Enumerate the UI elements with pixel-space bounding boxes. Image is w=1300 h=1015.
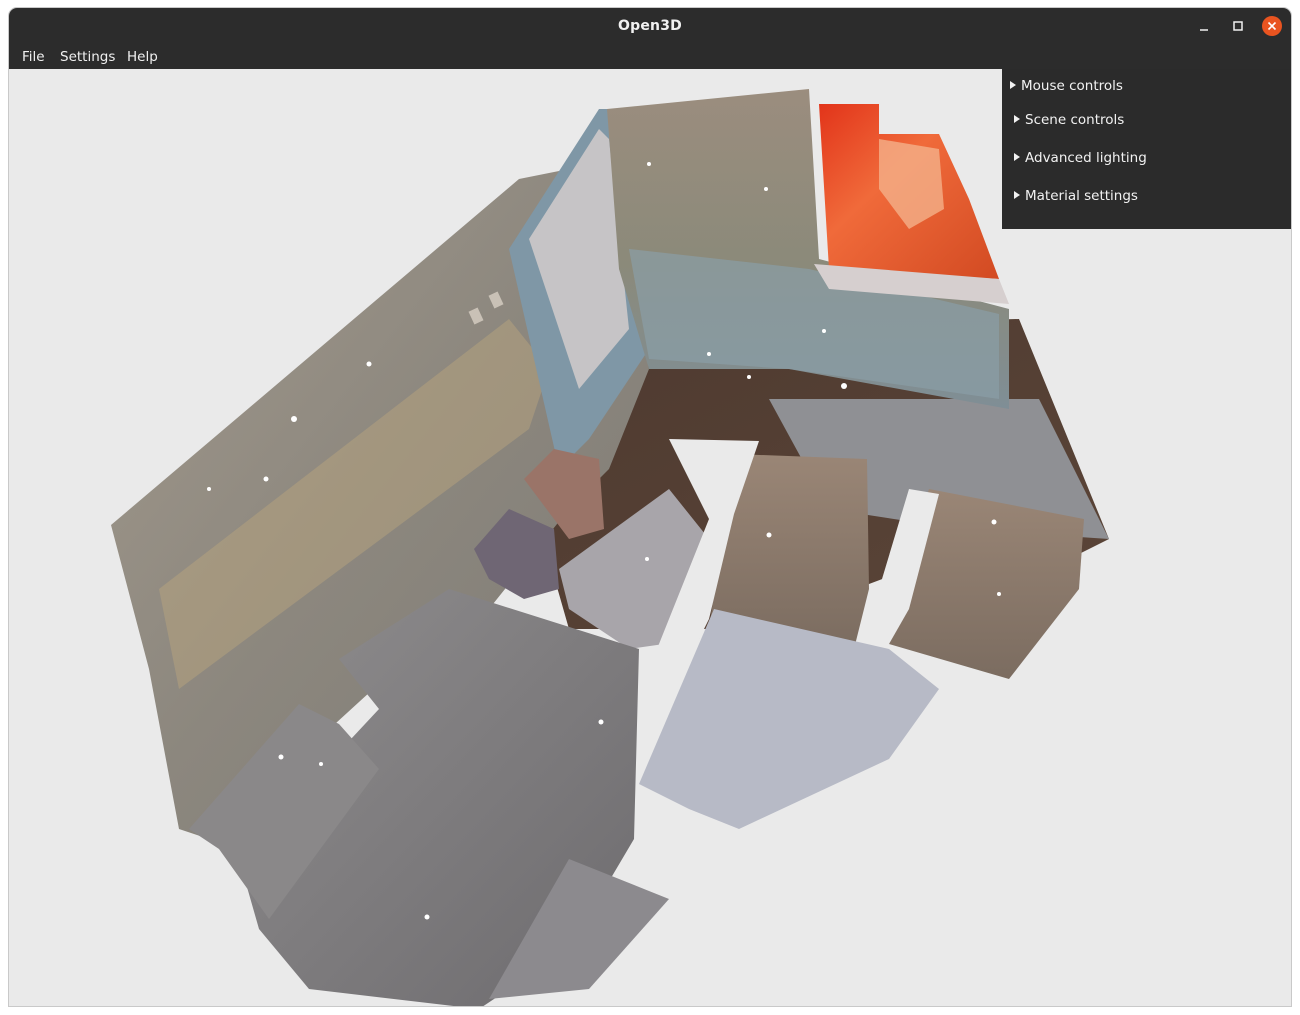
advanced-lighting-label: Advanced lighting [1025,150,1147,166]
material-settings-section[interactable]: Material settings [1014,186,1138,206]
menu-settings[interactable]: Settings [60,44,115,71]
menu-bar: File Settings Help [9,44,1291,69]
maximize-icon [1233,21,1243,31]
close-icon [1267,21,1277,31]
disclosure-triangle-icon [1014,191,1020,199]
close-button[interactable] [1262,16,1282,36]
material-settings-label: Material settings [1025,188,1138,204]
maximize-button[interactable] [1228,16,1248,36]
scene-controls-label: Scene controls [1025,112,1125,128]
disclosure-triangle-icon [1014,115,1020,123]
advanced-lighting-section[interactable]: Advanced lighting [1014,148,1147,168]
disclosure-triangle-icon [1014,153,1020,161]
scene-controls-section[interactable]: Scene controls [1014,110,1124,130]
menu-file[interactable]: File [22,44,45,71]
app-window: Open3D File Settings Help Mouse controls… [9,8,1291,1006]
tv-screen [814,104,1009,304]
settings-panel: Mouse controls Scene controls Advanced l… [1002,69,1291,229]
minimize-icon [1200,29,1208,31]
disclosure-triangle-icon [1010,81,1016,89]
menu-help[interactable]: Help [127,44,158,71]
title-bar[interactable]: Open3D [9,8,1291,44]
mouse-controls-label: Mouse controls [1021,78,1123,94]
mouse-controls-section[interactable]: Mouse controls [1010,76,1123,96]
minimize-button[interactable] [1194,16,1214,36]
window-title: Open3D [618,18,682,34]
